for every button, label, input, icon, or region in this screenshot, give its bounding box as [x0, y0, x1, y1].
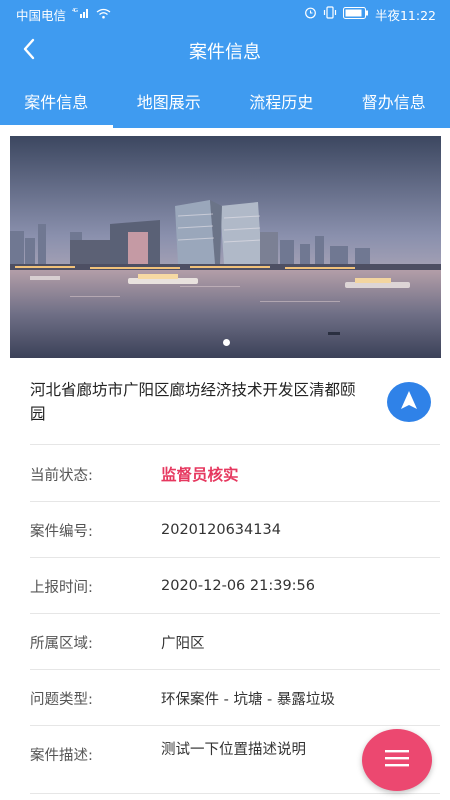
detail-row-region: 所属区域: 广阳区 [30, 614, 440, 670]
back-button[interactable] [16, 38, 42, 64]
banner-carousel[interactable] [10, 136, 441, 358]
svg-text:4G: 4G [72, 8, 78, 14]
status-value: 监督员核实 [161, 466, 239, 484]
carrier-label: 中国电信 [16, 7, 67, 23]
tab-map-view[interactable]: 地图展示 [113, 74, 226, 128]
detail-label: 案件编号: [30, 523, 93, 540]
detail-label: 上报时间: [30, 579, 93, 596]
divider [30, 793, 440, 794]
region-value: 广阳区 [161, 635, 205, 652]
tab-process-history[interactable]: 流程历史 [225, 74, 338, 128]
wifi-icon [96, 7, 111, 22]
detail-row-report-time: 上报时间: 2020-12-06 21:39:56 [30, 558, 440, 614]
status-bar: 中国电信 4G 半夜11:22 [0, 0, 450, 28]
case-number-value: 2020120634134 [161, 522, 281, 538]
divider [30, 444, 440, 445]
navigation-arrow-icon [400, 390, 418, 414]
chevron-left-icon [22, 38, 36, 64]
detail-label: 所属区域: [30, 635, 93, 652]
problem-type-value: 环保案件 - 坑塘 - 暴露垃圾 [161, 691, 335, 708]
menu-icon [384, 748, 410, 772]
tab-bar: 案件信息 地图展示 流程历史 督办信息 [0, 74, 450, 128]
alarm-icon [304, 6, 317, 22]
signal-icon: 4G [72, 7, 90, 21]
city-waterfront-image [10, 136, 441, 358]
detail-label: 案件描述: [30, 748, 93, 764]
detail-label: 问题类型: [30, 691, 93, 708]
detail-row-problem-type: 问题类型: 环保案件 - 坑塘 - 暴露垃圾 [30, 670, 440, 726]
menu-fab-button[interactable] [362, 729, 432, 791]
detail-row-status: 当前状态: 监督员核实 [30, 446, 440, 502]
description-value: 测试一下位置描述说明 [161, 742, 306, 758]
tab-case-info[interactable]: 案件信息 [0, 74, 113, 128]
tab-supervision-info[interactable]: 督办信息 [338, 74, 450, 128]
carousel-indicator-dot[interactable] [222, 339, 230, 346]
navigate-button[interactable] [387, 382, 431, 422]
detail-row-case-number: 案件编号: 2020120634134 [30, 502, 440, 558]
app-header: 案件信息 [0, 28, 450, 74]
report-time-value: 2020-12-06 21:39:56 [161, 578, 315, 594]
detail-label: 当前状态: [30, 467, 93, 484]
battery-icon [342, 6, 369, 22]
vibrate-icon [323, 6, 337, 22]
page-title: 案件信息 [189, 42, 261, 63]
case-address: 河北省廊坊市广阳区廊坊经济技术开发区清都颐园 [30, 381, 356, 423]
clock-time: 半夜11:22 [374, 7, 436, 23]
